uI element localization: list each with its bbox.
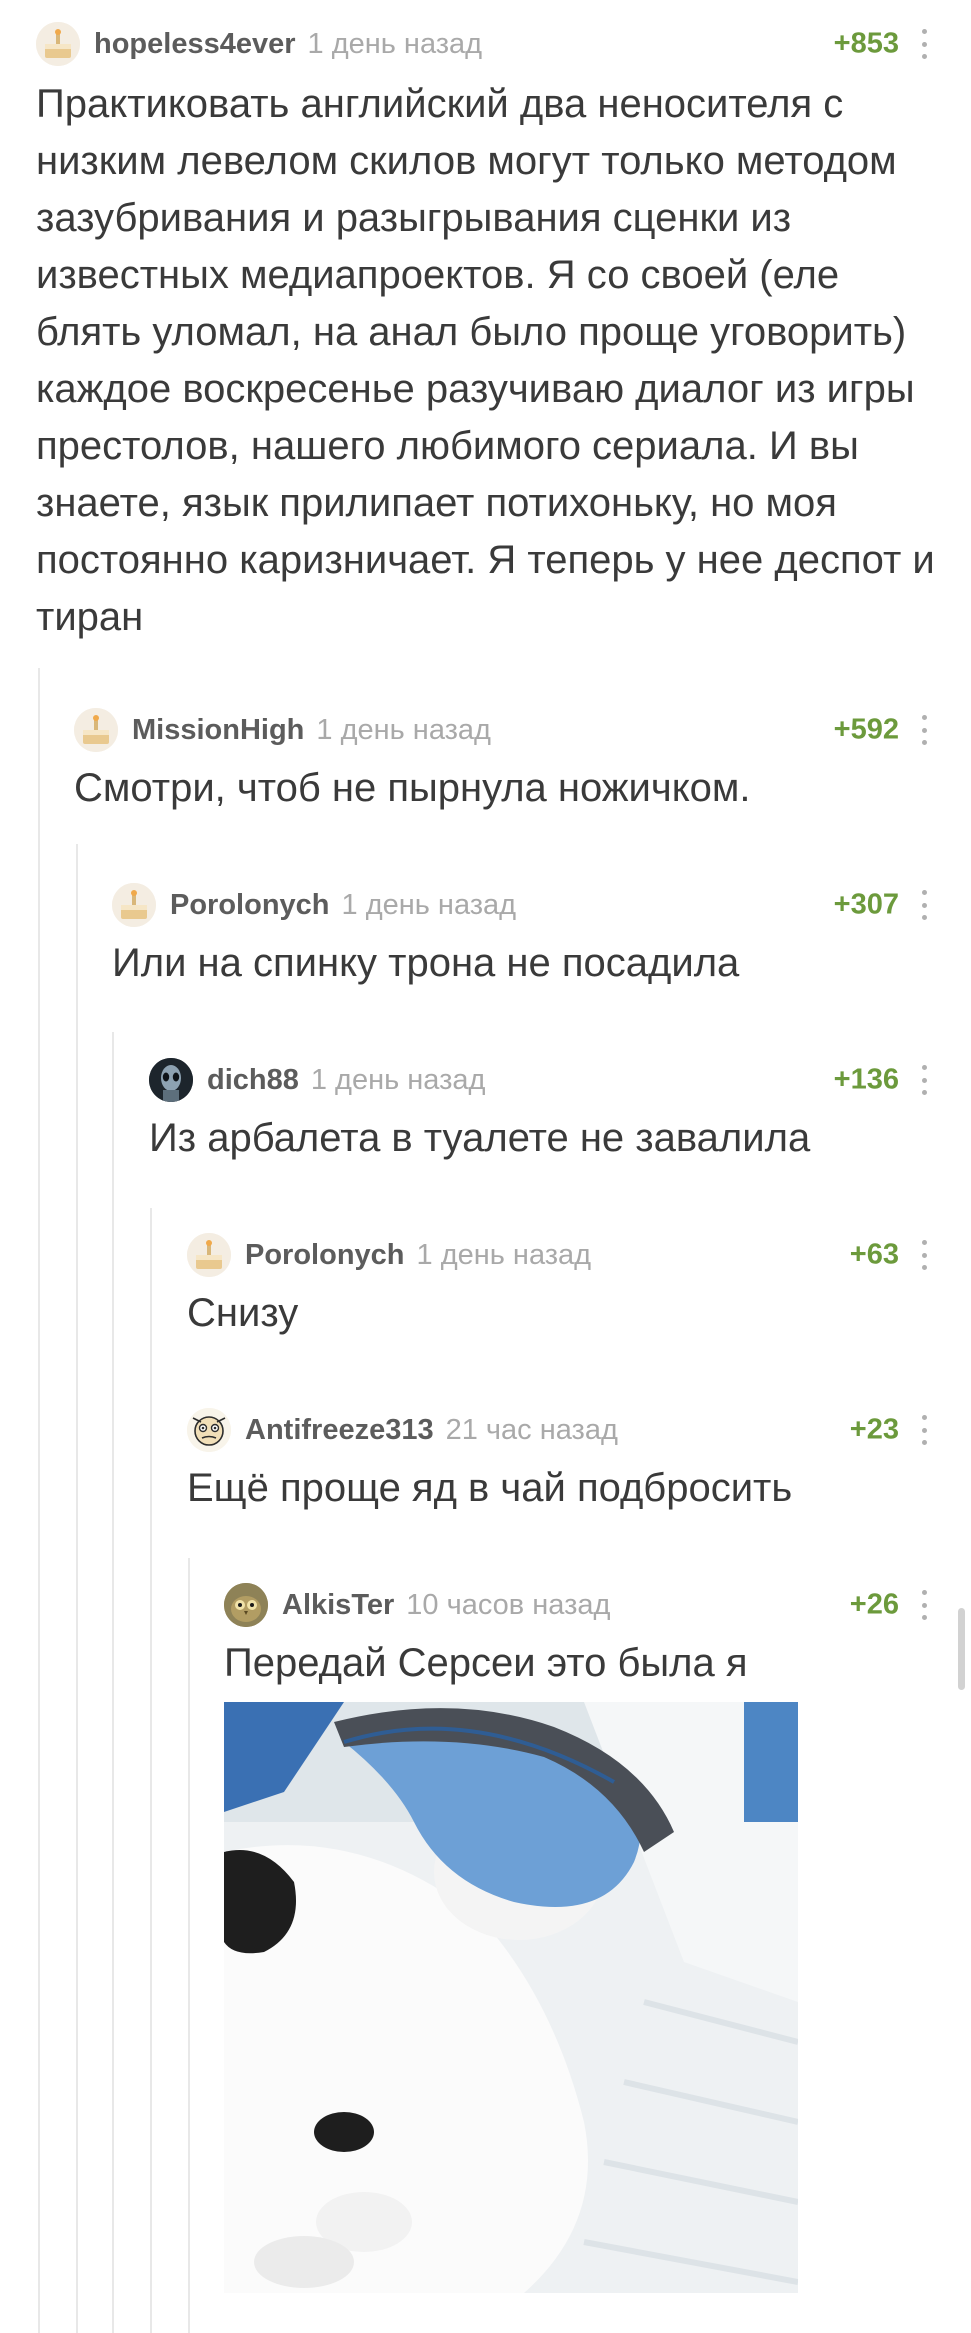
username[interactable]: Porolonych xyxy=(245,1239,405,1272)
comment: dich88 1 день назад +136 Из арбалета в т… xyxy=(149,1058,971,1167)
comment-image[interactable] xyxy=(224,1702,798,2293)
cake-avatar-icon xyxy=(187,1233,231,1277)
comment-text: Из арбалета в туалете не завалила xyxy=(149,1116,811,1160)
cat-photo-icon xyxy=(224,1702,798,2293)
thread-branch-line xyxy=(188,1558,190,2333)
rating-score[interactable]: +853 xyxy=(834,28,899,61)
rating-score[interactable]: +23 xyxy=(850,1414,899,1447)
rating-score[interactable]: +136 xyxy=(834,1064,899,1097)
alien-avatar-icon xyxy=(149,1058,193,1102)
avatar[interactable] xyxy=(224,1583,268,1627)
comment-header: Antifreeze313 21 час назад +23 xyxy=(187,1408,971,1452)
thread-branch-line xyxy=(76,844,78,2333)
cake-avatar-icon xyxy=(36,22,80,66)
more-options-icon[interactable] xyxy=(919,1065,929,1095)
avatar[interactable] xyxy=(187,1408,231,1452)
avatar[interactable] xyxy=(149,1058,193,1102)
comment: Porolonych 1 день назад +63 Снизу xyxy=(187,1233,971,1342)
comment-thread: hopeless4ever 1 день назад Практиковать … xyxy=(0,0,971,2333)
username[interactable]: Antifreeze313 xyxy=(245,1414,434,1447)
rating-score[interactable]: +26 xyxy=(850,1589,899,1622)
more-options-icon[interactable] xyxy=(919,1590,929,1620)
avatar[interactable] xyxy=(112,883,156,927)
comment-header: AlkisTer 10 часов назад +26 xyxy=(224,1583,971,1627)
comment-time: 1 день назад xyxy=(416,1238,592,1271)
comment-text: Смотри, чтоб не пырнула ножичком. xyxy=(74,766,751,810)
comment: AlkisTer 10 часов назад +26 Передай Серс… xyxy=(224,1583,971,1692)
thread-branch-line xyxy=(150,1208,152,2333)
username[interactable]: hopeless4ever xyxy=(94,28,296,61)
comment-time: 1 день назад xyxy=(341,888,517,921)
more-options-icon[interactable] xyxy=(919,1415,929,1445)
comment-text: Ещё проще яд в чай подбросить xyxy=(187,1466,793,1510)
cake-avatar-icon xyxy=(74,708,118,752)
more-options-icon[interactable] xyxy=(919,29,929,59)
avatar[interactable] xyxy=(187,1233,231,1277)
comment: Porolonych 1 день назад +307 Или на спин… xyxy=(112,883,971,992)
comment-header: dich88 1 день назад +136 xyxy=(149,1058,971,1102)
comment-header: hopeless4ever 1 день назад xyxy=(36,22,971,66)
scrollbar[interactable] xyxy=(958,1608,965,1690)
comment-header: MissionHigh 1 день назад +592 xyxy=(74,708,971,752)
comment: hopeless4ever 1 день назад Практиковать … xyxy=(36,22,971,646)
rating-score[interactable]: +63 xyxy=(850,1239,899,1272)
comment-time: 1 день назад xyxy=(307,27,483,60)
comment: Antifreeze313 21 час назад +23 Ещё проще… xyxy=(187,1408,971,1517)
face-avatar-icon xyxy=(187,1408,231,1452)
comment-time: 1 день назад xyxy=(316,713,491,746)
comment-text: Передай Серсеи это была я xyxy=(224,1641,748,1685)
comment-text: Или на спинку трона не посадила xyxy=(112,941,740,985)
username[interactable]: Porolonych xyxy=(170,889,330,922)
more-options-icon[interactable] xyxy=(919,890,929,920)
comment: MissionHigh 1 день назад +592 Смотри, чт… xyxy=(74,708,971,817)
comment-header: Porolonych 1 день назад +307 xyxy=(112,883,971,927)
rating-score[interactable]: +592 xyxy=(834,714,899,747)
more-options-icon[interactable] xyxy=(919,1240,929,1270)
comment-time: 21 час назад xyxy=(445,1413,618,1446)
comment-text: Практиковать английский два неносителя с… xyxy=(36,82,935,639)
more-options-icon[interactable] xyxy=(919,715,929,745)
username[interactable]: MissionHigh xyxy=(132,714,304,747)
comment-time: 1 день назад xyxy=(310,1063,486,1096)
comment-time: 10 часов назад xyxy=(406,1588,611,1621)
avatar[interactable] xyxy=(74,708,118,752)
avatar[interactable] xyxy=(36,22,80,66)
thread-branch-line xyxy=(38,668,40,2333)
comment-text: Снизу xyxy=(187,1291,299,1335)
thread-branch-line xyxy=(112,1032,114,2333)
rating-score[interactable]: +307 xyxy=(834,889,899,922)
username[interactable]: dich88 xyxy=(207,1064,299,1097)
username[interactable]: AlkisTer xyxy=(282,1589,394,1622)
cake-avatar-icon xyxy=(112,883,156,927)
comment-header: Porolonych 1 день назад +63 xyxy=(187,1233,971,1277)
owl-avatar-icon xyxy=(224,1583,268,1627)
